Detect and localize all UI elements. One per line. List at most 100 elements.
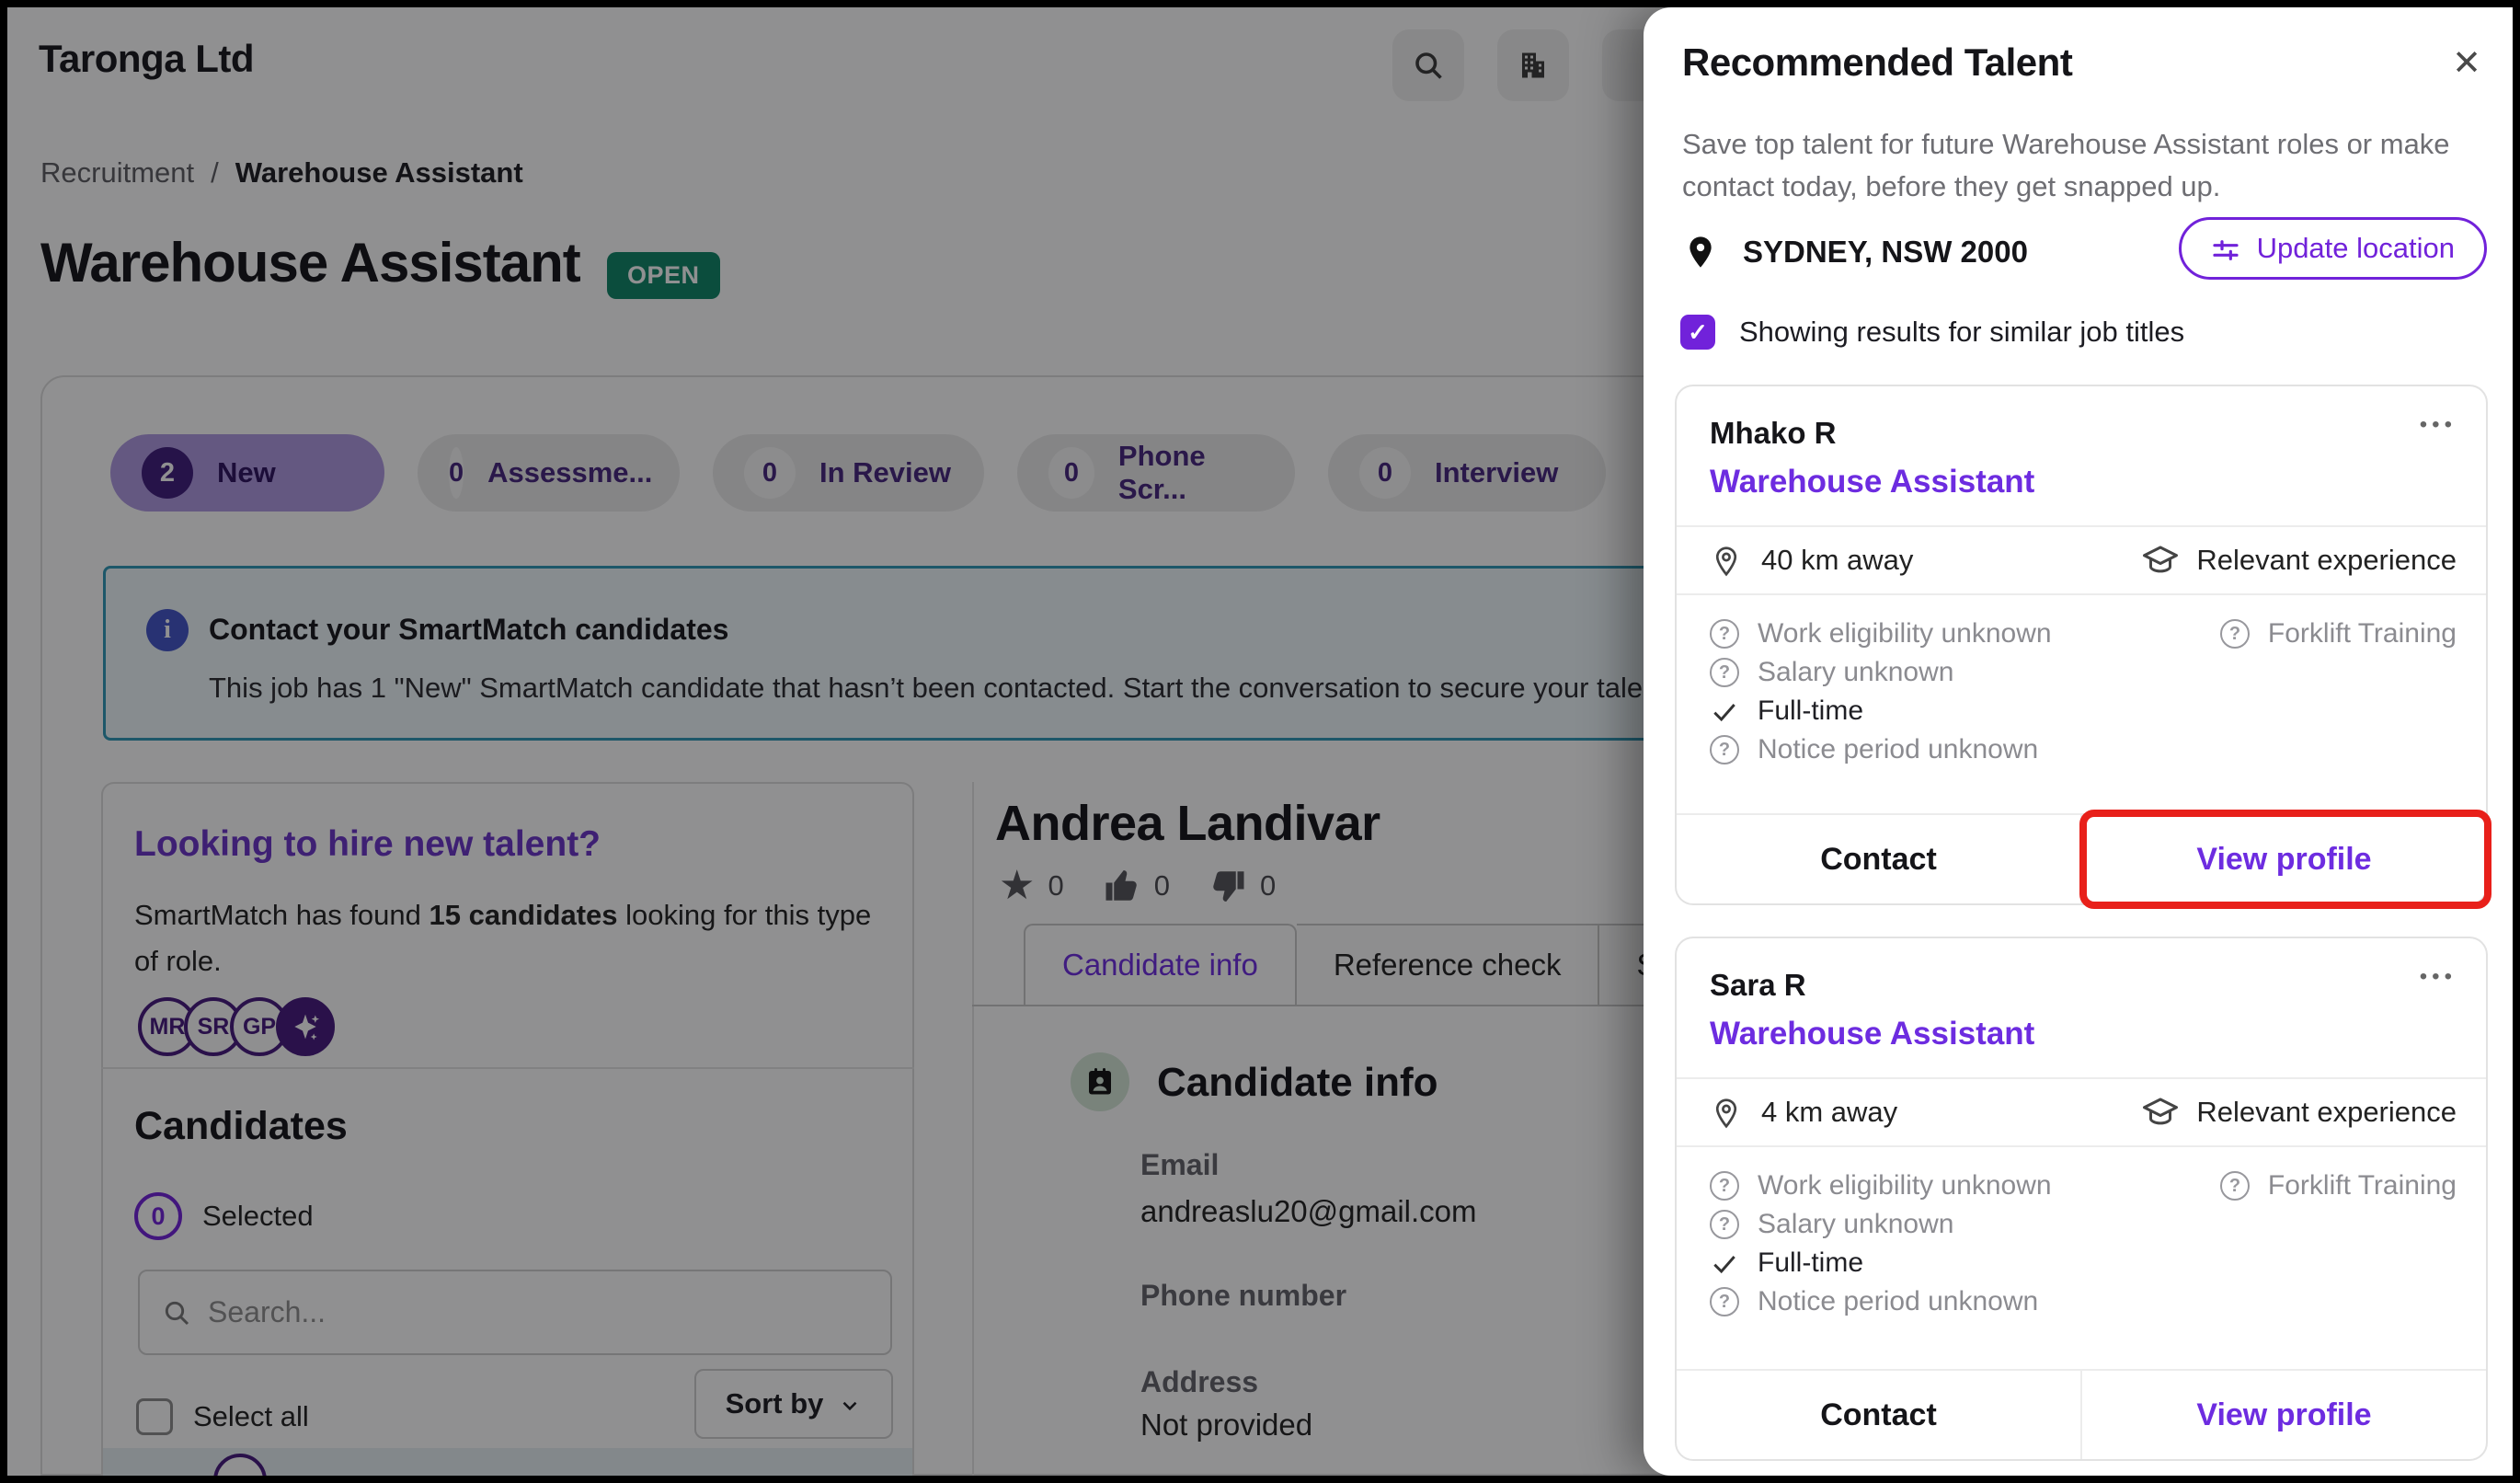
talent-name: Mhako R (1710, 416, 1837, 451)
similar-titles-checkbox[interactable]: ✓ (1680, 315, 1715, 350)
pipeline-tab-in-review[interactable]: 0 In Review (713, 434, 984, 512)
selected-label: Selected (202, 1200, 314, 1233)
detail-text: Work eligibility unknown (1758, 618, 2052, 650)
more-options-icon[interactable]: ••• (2420, 964, 2457, 990)
banner-title: Contact your SmartMatch candidates (209, 613, 728, 647)
talent-name: Sara R (1710, 968, 1806, 1003)
recommended-talent-drawer: Recommended Talent ✕ Save top talent for… (1644, 7, 2513, 1476)
tab-count-badge: 0 (1359, 447, 1411, 499)
divider (1677, 1145, 2486, 1147)
candidate-info-heading: Candidate info (1157, 1060, 1438, 1106)
pipeline-tab-new[interactable]: 2 New (110, 434, 384, 512)
detail-item: ? Notice period unknown (1710, 730, 2052, 769)
candidate-avatar (213, 1454, 267, 1476)
filter-sliders-icon (2211, 232, 2240, 265)
breadcrumb-recruitment-link[interactable]: Recruitment (40, 156, 194, 190)
view-profile-button[interactable]: View profile (2082, 1371, 2486, 1459)
tab-label: Phone Scr... (1118, 440, 1264, 506)
chevron-down-icon (838, 1387, 862, 1420)
detail-text: Full-time (1758, 696, 1863, 727)
sort-by-button[interactable]: Sort by (694, 1369, 893, 1439)
hire-talent-body: SmartMatch has found 15 candidates looki… (134, 892, 888, 984)
detail-item: ? Salary unknown (1710, 653, 2052, 692)
sort-by-label: Sort by (726, 1387, 824, 1420)
star-icon[interactable]: ★ (999, 868, 1035, 904)
talent-details-right: ?Forklift Training (2220, 615, 2457, 653)
tab-candidate-info[interactable]: Candidate info (1024, 924, 1297, 1006)
detail-text: Salary unknown (1758, 657, 1953, 688)
more-options-icon[interactable]: ••• (2420, 412, 2457, 438)
select-all-checkbox[interactable] (136, 1398, 173, 1435)
check-icon (1710, 696, 1739, 727)
update-location-label: Update location (2257, 232, 2455, 265)
talent-card-footer: Contact View profile (1677, 1369, 2486, 1459)
drawer-description-line1: Save top talent for future Warehouse Ass… (1682, 123, 2450, 166)
location-pin-icon (1710, 543, 1743, 578)
question-icon: ? (1710, 1171, 1739, 1201)
distance-item: 40 km away (1710, 527, 1913, 593)
question-icon: ? (1710, 658, 1739, 687)
talent-details-right: ?Forklift Training (2220, 1167, 2457, 1205)
detail-text: Notice period unknown (1758, 1286, 2038, 1317)
detail-text: Salary unknown (1758, 1209, 1953, 1240)
screenshot-frame: Taronga Ltd Recruitment / Warehouse Assi… (0, 0, 2520, 1483)
view-profile-button[interactable]: View profile (2082, 815, 2486, 903)
talent-role-link[interactable]: Warehouse Assistant (1710, 1016, 2034, 1052)
detail-item: ?Notice period unknown (1710, 1282, 2052, 1321)
breadcrumb: Recruitment / Warehouse Assistant (40, 156, 523, 190)
page-title: Warehouse Assistant (40, 231, 580, 294)
thumb-down-count: 0 (1260, 869, 1276, 902)
distance-text: 4 km away (1761, 1096, 1897, 1129)
candidate-list-item[interactable] (103, 1448, 912, 1476)
detail-item: Full-time (1710, 1244, 2052, 1282)
graduation-cap-icon (2141, 541, 2180, 580)
pipeline-tab-phone-screen[interactable]: 0 Phone Scr... (1017, 434, 1295, 512)
thumb-down-icon[interactable] (1208, 867, 1247, 905)
talent-role-link[interactable]: Warehouse Assistant (1710, 464, 2034, 500)
sparkle-avatar (276, 997, 335, 1056)
status-badge: OPEN (607, 252, 720, 299)
close-icon[interactable]: ✕ (2452, 46, 2481, 81)
question-icon: ? (1710, 1210, 1739, 1239)
check-icon (1710, 1247, 1739, 1279)
similar-titles-row[interactable]: ✓ Showing results for similar job titles (1680, 315, 2184, 350)
tab-label: Interview (1435, 456, 1558, 489)
sparkle-icon (287, 1008, 324, 1045)
thumb-up-icon[interactable] (1103, 867, 1141, 905)
company-name: Taronga Ltd (39, 37, 254, 81)
select-all-row[interactable]: Select all (136, 1398, 309, 1435)
experience-text: Relevant experience (2196, 544, 2457, 577)
info-icon: i (146, 609, 189, 651)
candidate-search[interactable] (138, 1270, 892, 1355)
select-all-label: Select all (193, 1400, 309, 1433)
star-count: 0 (1048, 869, 1063, 902)
tab-count-badge: 2 (142, 447, 193, 499)
hire-body-prefix: SmartMatch has found (134, 899, 430, 931)
detail-item: ? Work eligibility unknown (1710, 615, 2052, 653)
talent-details-left: ? Work eligibility unknown ? Salary unknow… (1710, 615, 2052, 769)
tab-count-badge: 0 (449, 447, 464, 499)
question-icon: ? (1710, 735, 1739, 764)
question-icon: ? (2220, 619, 2250, 649)
detail-item: ?Forklift Training (2220, 615, 2457, 653)
organisation-button[interactable] (1497, 29, 1569, 101)
search-icon (1412, 49, 1445, 82)
search-input[interactable] (208, 1295, 796, 1329)
drawer-title: Recommended Talent (1682, 40, 2072, 85)
detail-text: Full-time (1758, 1247, 1863, 1279)
pipeline-tab-interview[interactable]: 0 Interview (1328, 434, 1606, 512)
location-pin-icon (1710, 1095, 1743, 1130)
graduation-cap-icon (2141, 1093, 2180, 1132)
global-search-button[interactable] (1392, 29, 1464, 101)
detail-text: Notice period unknown (1758, 734, 2038, 765)
experience-item: Relevant experience (2141, 527, 2457, 593)
talent-meta-row: 40 km away Relevant experience (1677, 527, 2486, 593)
candidates-heading: Candidates (134, 1104, 348, 1149)
candidate-name: Andrea Landivar (995, 795, 1380, 852)
contact-button[interactable]: Contact (1677, 815, 2082, 903)
update-location-button[interactable]: Update location (2179, 217, 2487, 280)
question-icon: ? (1710, 619, 1739, 649)
contact-button[interactable]: Contact (1677, 1371, 2082, 1459)
pipeline-tab-assessment[interactable]: 0 Assessme... (418, 434, 680, 512)
tab-reference-check[interactable]: Reference check (1297, 924, 1600, 1006)
